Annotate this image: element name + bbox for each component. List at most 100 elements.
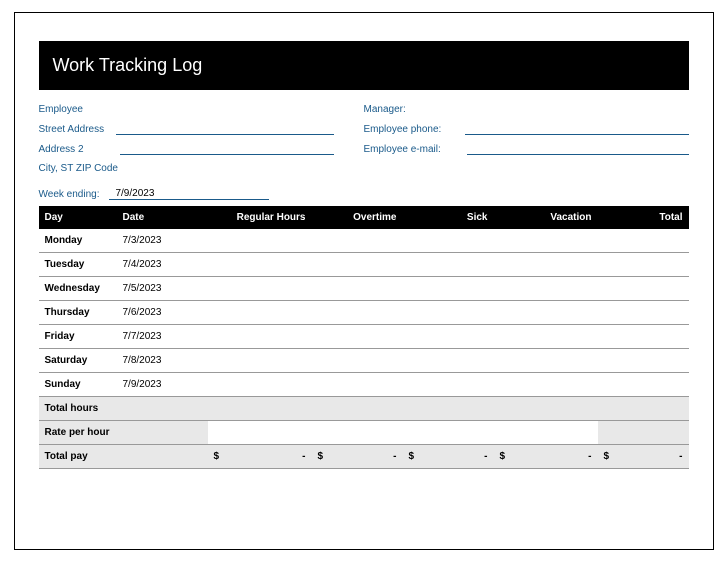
street-address-input-line[interactable] — [116, 123, 333, 135]
title-bar: Work Tracking Log — [39, 41, 689, 90]
cell-date: 7/9/2023 — [117, 373, 208, 397]
currency-symbol: $ — [409, 451, 415, 462]
cell-sick[interactable] — [403, 325, 494, 349]
document-title: Work Tracking Log — [53, 55, 203, 75]
cell-overtime[interactable] — [312, 277, 403, 301]
cell-overtime[interactable] — [312, 349, 403, 373]
col-overtime: Overtime — [312, 206, 403, 229]
cell-day: Saturday — [39, 349, 117, 373]
employee-phone-label: Employee phone: — [364, 124, 450, 135]
col-regular: Regular Hours — [208, 206, 312, 229]
cell-date: 7/4/2023 — [117, 253, 208, 277]
cell-vacation[interactable] — [494, 277, 598, 301]
address2-input-line[interactable] — [120, 143, 334, 155]
table-row: Sunday 7/9/2023 — [39, 373, 689, 397]
dash: - — [679, 451, 682, 462]
col-date: Date — [117, 206, 208, 229]
cell-sick[interactable] — [403, 229, 494, 253]
table-row: Friday 7/7/2023 — [39, 325, 689, 349]
cell-regular[interactable] — [208, 325, 312, 349]
document-page: Work Tracking Log Employee Manager: Stre… — [14, 12, 714, 550]
rate-vacation[interactable] — [494, 421, 598, 445]
cell-regular[interactable] — [208, 277, 312, 301]
cell-regular[interactable] — [208, 349, 312, 373]
rate-regular[interactable] — [208, 421, 312, 445]
currency-symbol: $ — [500, 451, 506, 462]
total-pay-row: Total pay $- $- $- $- $- — [39, 445, 689, 469]
rate-per-hour-row: Rate per hour — [39, 421, 689, 445]
cell-date: 7/3/2023 — [117, 229, 208, 253]
rate-overtime[interactable] — [312, 421, 403, 445]
total-hours-overtime — [312, 397, 403, 421]
table-header-row: Day Date Regular Hours Overtime Sick Vac… — [39, 206, 689, 229]
cell-total — [598, 277, 689, 301]
cell-vacation[interactable] — [494, 325, 598, 349]
cell-total — [598, 325, 689, 349]
week-ending-value[interactable]: 7/9/2023 — [109, 188, 269, 200]
cell-day: Friday — [39, 325, 117, 349]
total-hours-vacation — [494, 397, 598, 421]
employee-email-input-line[interactable] — [467, 143, 689, 155]
cell-overtime[interactable] — [312, 301, 403, 325]
cell-vacation[interactable] — [494, 253, 598, 277]
cell-vacation[interactable] — [494, 301, 598, 325]
dash: - — [393, 451, 396, 462]
currency-symbol: $ — [318, 451, 324, 462]
cell-vacation[interactable] — [494, 229, 598, 253]
total-pay-vacation: $- — [494, 445, 598, 469]
cell-overtime[interactable] — [312, 373, 403, 397]
cell-total — [598, 229, 689, 253]
dash: - — [588, 451, 591, 462]
col-day: Day — [39, 206, 117, 229]
cell-overtime[interactable] — [312, 253, 403, 277]
cell-day: Monday — [39, 229, 117, 253]
total-pay-total: $- — [598, 445, 689, 469]
address2-label: Address 2 — [39, 144, 92, 155]
street-address-label: Street Address — [39, 124, 113, 135]
cell-total — [598, 253, 689, 277]
total-pay-sick: $- — [403, 445, 494, 469]
cell-sick[interactable] — [403, 301, 494, 325]
total-pay-regular: $- — [208, 445, 312, 469]
total-hours-total — [598, 397, 689, 421]
cell-day: Tuesday — [39, 253, 117, 277]
cell-regular[interactable] — [208, 373, 312, 397]
col-total: Total — [598, 206, 689, 229]
total-hours-row: Total hours — [39, 397, 689, 421]
cell-day: Wednesday — [39, 277, 117, 301]
cell-regular[interactable] — [208, 229, 312, 253]
cell-sick[interactable] — [403, 253, 494, 277]
cell-day: Sunday — [39, 373, 117, 397]
table-body: Monday 7/3/2023 Tuesday 7/4/2023 Wednesd… — [39, 229, 689, 469]
cell-regular[interactable] — [208, 253, 312, 277]
table-row: Thursday 7/6/2023 — [39, 301, 689, 325]
cell-vacation[interactable] — [494, 373, 598, 397]
cell-overtime[interactable] — [312, 229, 403, 253]
cell-total — [598, 301, 689, 325]
cell-total — [598, 373, 689, 397]
total-pay-overtime: $- — [312, 445, 403, 469]
table-row: Saturday 7/8/2023 — [39, 349, 689, 373]
cell-vacation[interactable] — [494, 349, 598, 373]
rate-sick[interactable] — [403, 421, 494, 445]
employee-phone-input-line[interactable] — [465, 123, 688, 135]
total-pay-label: Total pay — [39, 445, 208, 469]
currency-symbol: $ — [214, 451, 220, 462]
total-hours-sick — [403, 397, 494, 421]
col-sick: Sick — [403, 206, 494, 229]
cell-date: 7/5/2023 — [117, 277, 208, 301]
cell-sick[interactable] — [403, 277, 494, 301]
time-log-table: Day Date Regular Hours Overtime Sick Vac… — [39, 206, 689, 469]
week-ending-row: Week ending: 7/9/2023 — [39, 188, 689, 200]
currency-symbol: $ — [604, 451, 610, 462]
total-hours-regular — [208, 397, 312, 421]
manager-label: Manager: — [364, 104, 414, 115]
table-row: Wednesday 7/5/2023 — [39, 277, 689, 301]
cell-sick[interactable] — [403, 349, 494, 373]
rate-label: Rate per hour — [39, 421, 208, 445]
cell-date: 7/7/2023 — [117, 325, 208, 349]
rate-total — [598, 421, 689, 445]
cell-regular[interactable] — [208, 301, 312, 325]
cell-overtime[interactable] — [312, 325, 403, 349]
cell-sick[interactable] — [403, 373, 494, 397]
